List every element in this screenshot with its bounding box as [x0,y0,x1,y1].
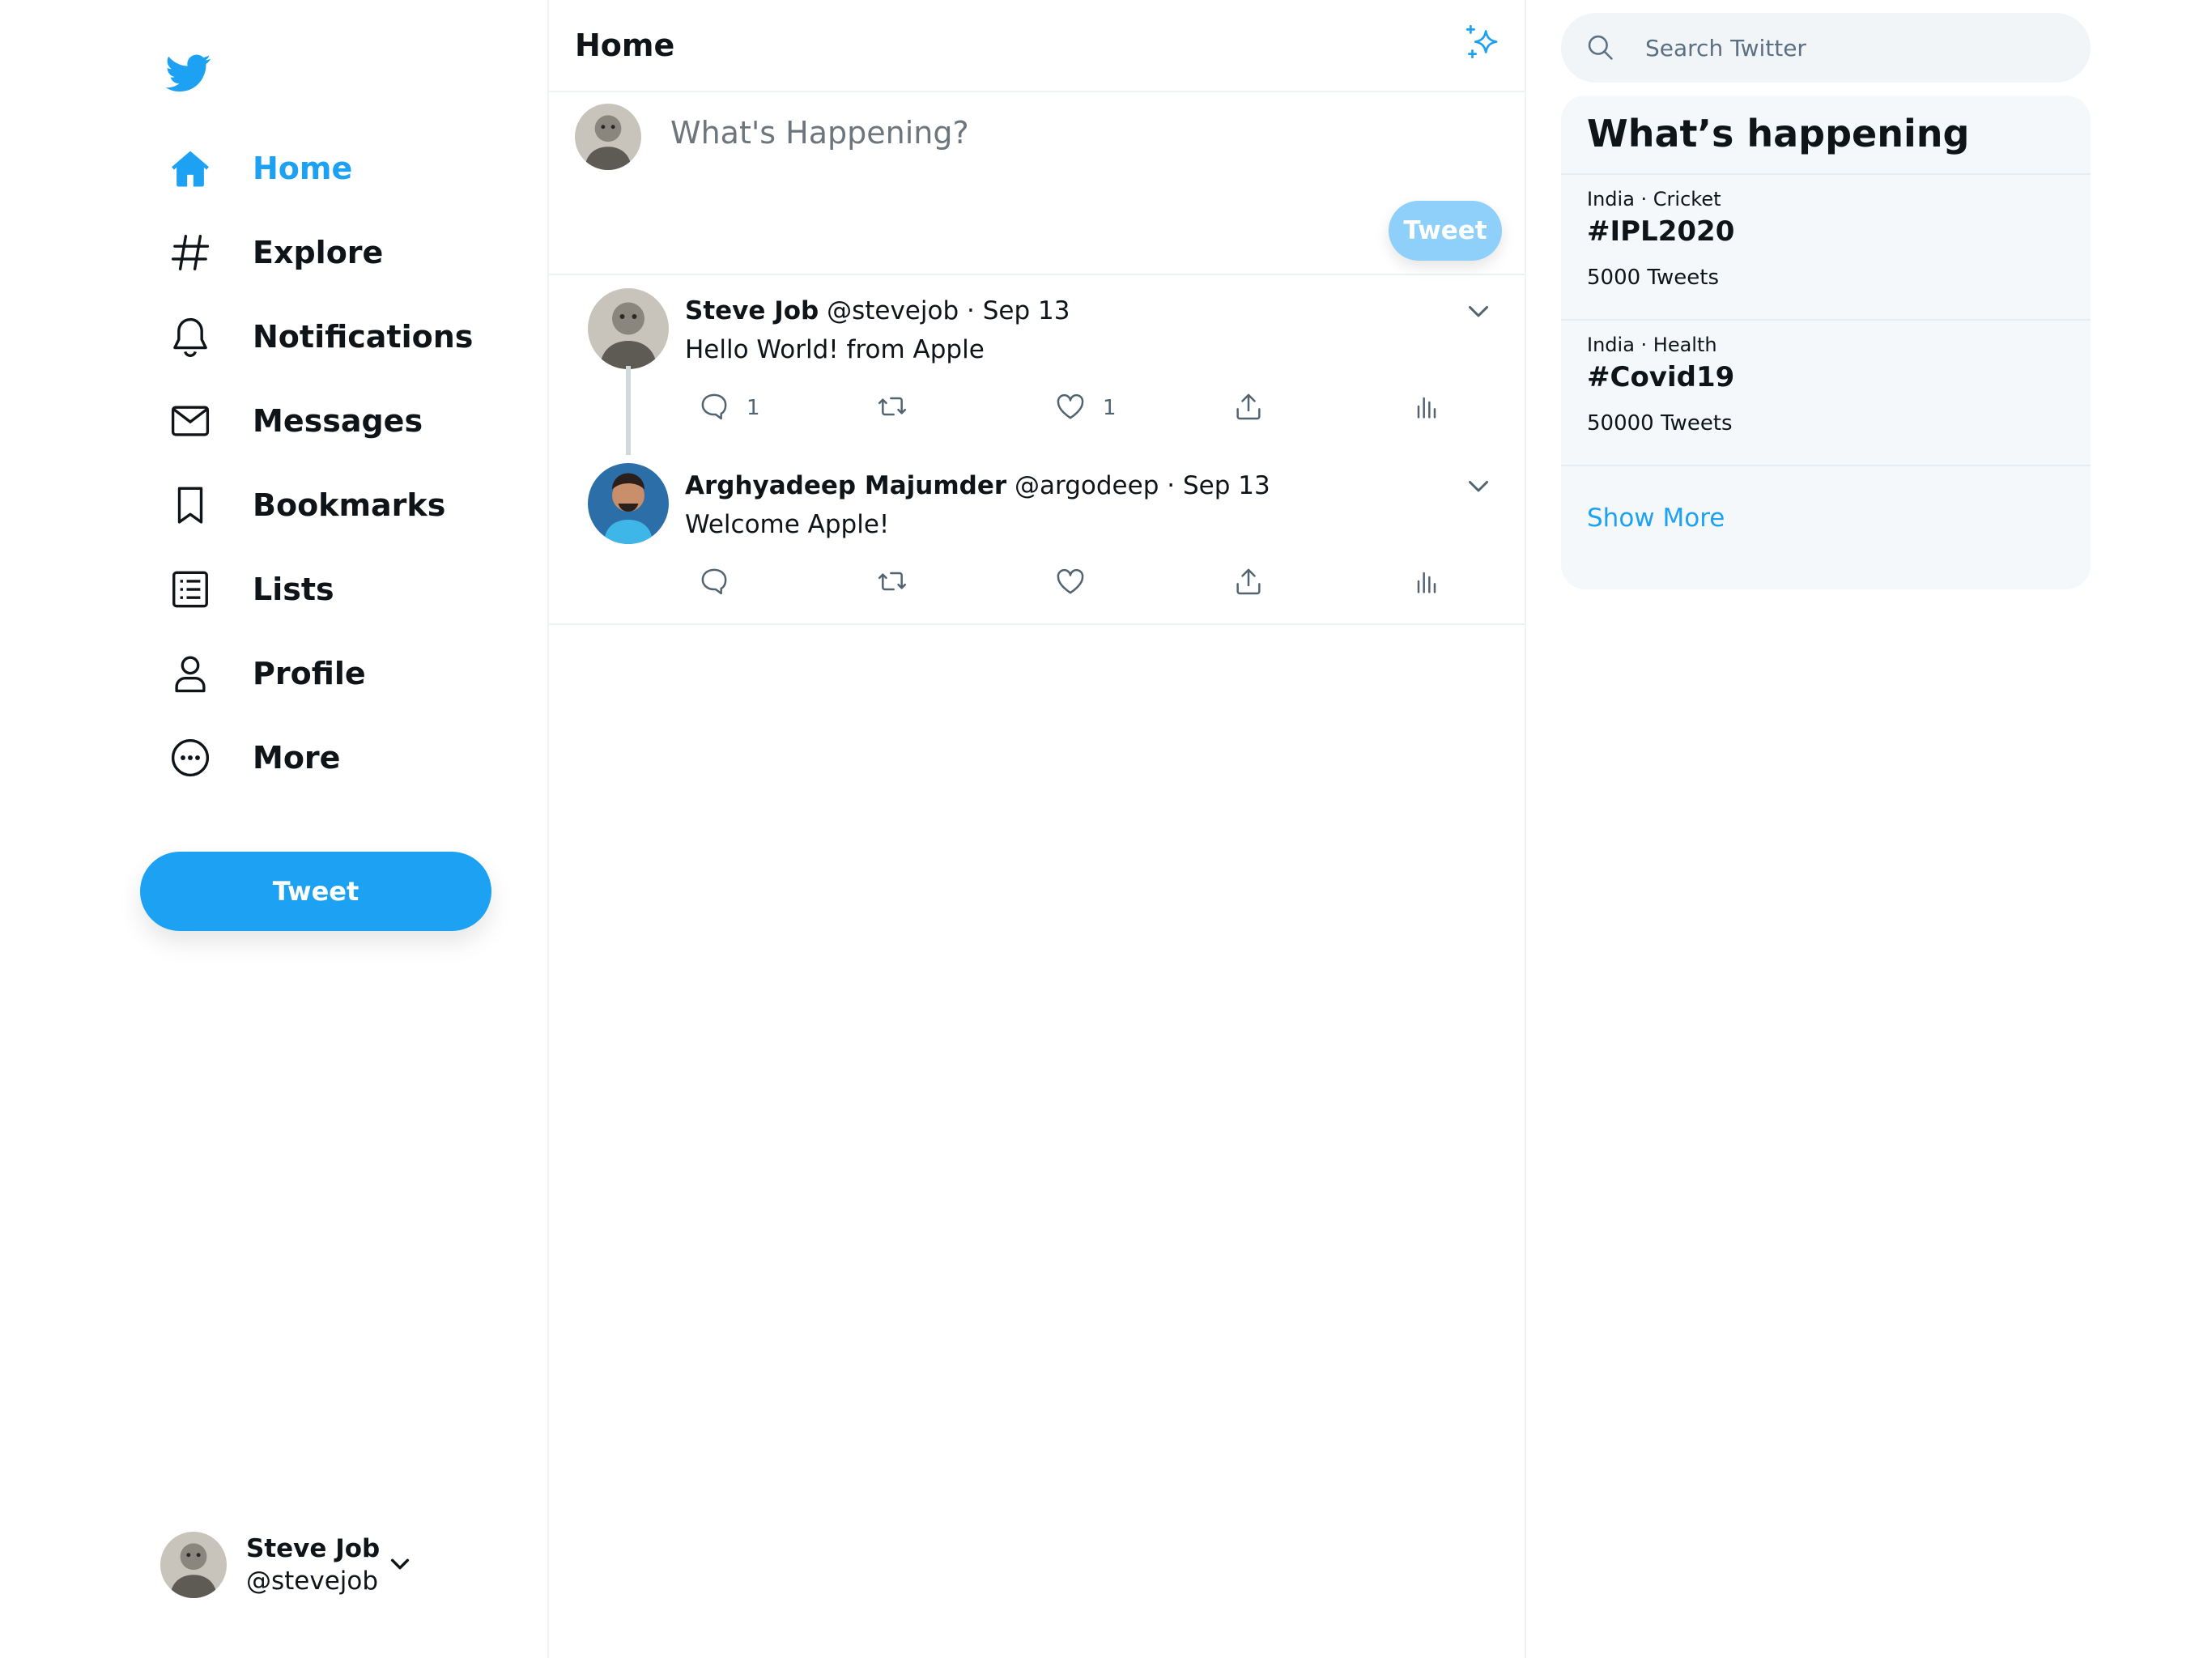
sidebar-item-explore[interactable]: Explore [166,220,383,285]
sidebar-item-home[interactable]: Home [166,136,352,201]
like-button[interactable]: 1 [1054,389,1117,427]
reply-count: 1 [747,396,760,420]
sidebar-item-label: Explore [253,235,384,270]
analytics-icon [1410,565,1443,601]
list-icon [166,565,215,614]
tweet-author-name[interactable]: Steve Job [685,296,819,325]
tweet-header: Arghyadeep Majumder @argodeep · Sep 13 [685,468,1270,504]
composer-tweet-button[interactable]: Tweet [1389,201,1502,261]
tweet-date[interactable]: Sep 13 [983,296,1070,325]
share-icon [1232,565,1265,601]
share-button[interactable] [1232,389,1265,427]
trend-hashtag: #Covid19 [1587,361,1735,393]
retweet-button[interactable] [876,389,908,427]
heart-icon [1054,565,1087,601]
retweet-icon [876,390,908,426]
account-switcher[interactable]: Steve Job @stevejob [160,1528,436,1601]
twitter-bird-icon[interactable] [164,50,213,96]
tweet-author-handle[interactable]: @stevejob [827,296,959,325]
left-sidebar: Home Explore Notifications Messages Book… [0,0,549,1658]
sidebar-item-lists[interactable]: Lists [166,557,334,622]
thread-connector [626,366,631,455]
search-input[interactable] [1645,26,2066,70]
sidebar-item-label: Bookmarks [253,487,446,523]
twitter-app: Home Explore Notifications Messages Book… [0,0,2212,1658]
hashtag-icon [166,228,215,277]
trend-item[interactable]: India · Health #Covid19 50000 Tweets [1561,321,2091,465]
timeline-header: Home [549,0,1525,92]
trends-panel: What’s happening India · Cricket #IPL202… [1561,96,2091,589]
trend-category: India · Health [1587,334,1717,356]
sidebar-item-label: More [253,740,341,776]
reply-icon [698,390,730,426]
tweet-composer: Tweet [549,92,1525,275]
trends-title: What’s happening [1587,112,1970,155]
tweet-author-handle[interactable]: @argodeep [1015,471,1159,500]
show-more-link[interactable]: Show More [1587,504,1725,533]
tweet-date[interactable]: Sep 13 [1183,471,1270,500]
home-timeline: Home Tweet Steve Job @stevejob · Sep 13 [549,0,1526,1658]
avatar[interactable] [588,288,669,369]
divider [549,623,1525,625]
chevron-down-icon[interactable] [1464,471,1493,500]
tweet-separator: · [1167,471,1176,500]
envelope-icon [166,397,215,445]
sidebar-item-label: Notifications [253,319,474,355]
analytics-button[interactable] [1410,563,1443,602]
sparkle-icon[interactable] [1462,21,1503,63]
like-count: 1 [1103,396,1117,420]
like-button[interactable] [1054,563,1103,602]
sidebar-item-more[interactable]: More [166,725,340,790]
compose-tweet-input[interactable] [670,108,1480,157]
sidebar-item-profile[interactable]: Profile [166,641,366,706]
home-icon [166,144,215,193]
tweet-button[interactable]: Tweet [140,852,491,931]
chevron-down-icon [387,1551,413,1577]
reply-button[interactable]: 1 [698,389,760,427]
heart-icon [1054,390,1087,426]
analytics-icon [1410,390,1443,426]
more-circle-icon [166,733,215,782]
retweet-icon [876,565,908,601]
reply-icon [698,565,730,601]
analytics-button[interactable] [1410,389,1443,427]
chevron-down-icon[interactable] [1464,296,1493,325]
tweet-text: Welcome Apple! [685,510,890,539]
page-title: Home [575,28,675,63]
tweet-separator: · [967,296,975,325]
divider [1561,465,2091,466]
avatar [160,1532,227,1598]
share-icon [1232,390,1265,426]
tweet-text: Hello World! from Apple [685,335,985,364]
trend-tweet-count: 5000 Tweets [1587,266,1720,290]
sidebar-item-label: Lists [253,572,334,607]
trend-hashtag: #IPL2020 [1587,215,1735,248]
retweet-button[interactable] [876,563,908,602]
reply-button[interactable] [698,563,747,602]
tweet-author-name[interactable]: Arghyadeep Majumder [685,471,1006,500]
sidebar-item-bookmarks[interactable]: Bookmarks [166,473,445,538]
tweet-header: Steve Job @stevejob · Sep 13 [685,293,1070,329]
person-icon [166,649,215,698]
avatar[interactable] [588,463,669,544]
account-name: Steve Job [246,1534,381,1563]
sidebar-item-label: Profile [253,656,366,691]
trend-tweet-count: 50000 Tweets [1587,411,1733,436]
trend-category: India · Cricket [1587,188,1721,210]
avatar [575,104,641,170]
sidebar-item-notifications[interactable]: Notifications [166,304,473,369]
bell-icon [166,312,215,361]
search-bar[interactable] [1561,13,2091,83]
sidebar-item-label: Home [253,151,353,186]
trend-item[interactable]: India · Cricket #IPL2020 5000 Tweets [1561,175,2091,319]
sidebar-item-messages[interactable]: Messages [166,389,423,453]
account-handle: @stevejob [246,1567,379,1596]
bookmark-icon [166,481,215,529]
sidebar-item-label: Messages [253,403,423,439]
share-button[interactable] [1232,563,1265,602]
